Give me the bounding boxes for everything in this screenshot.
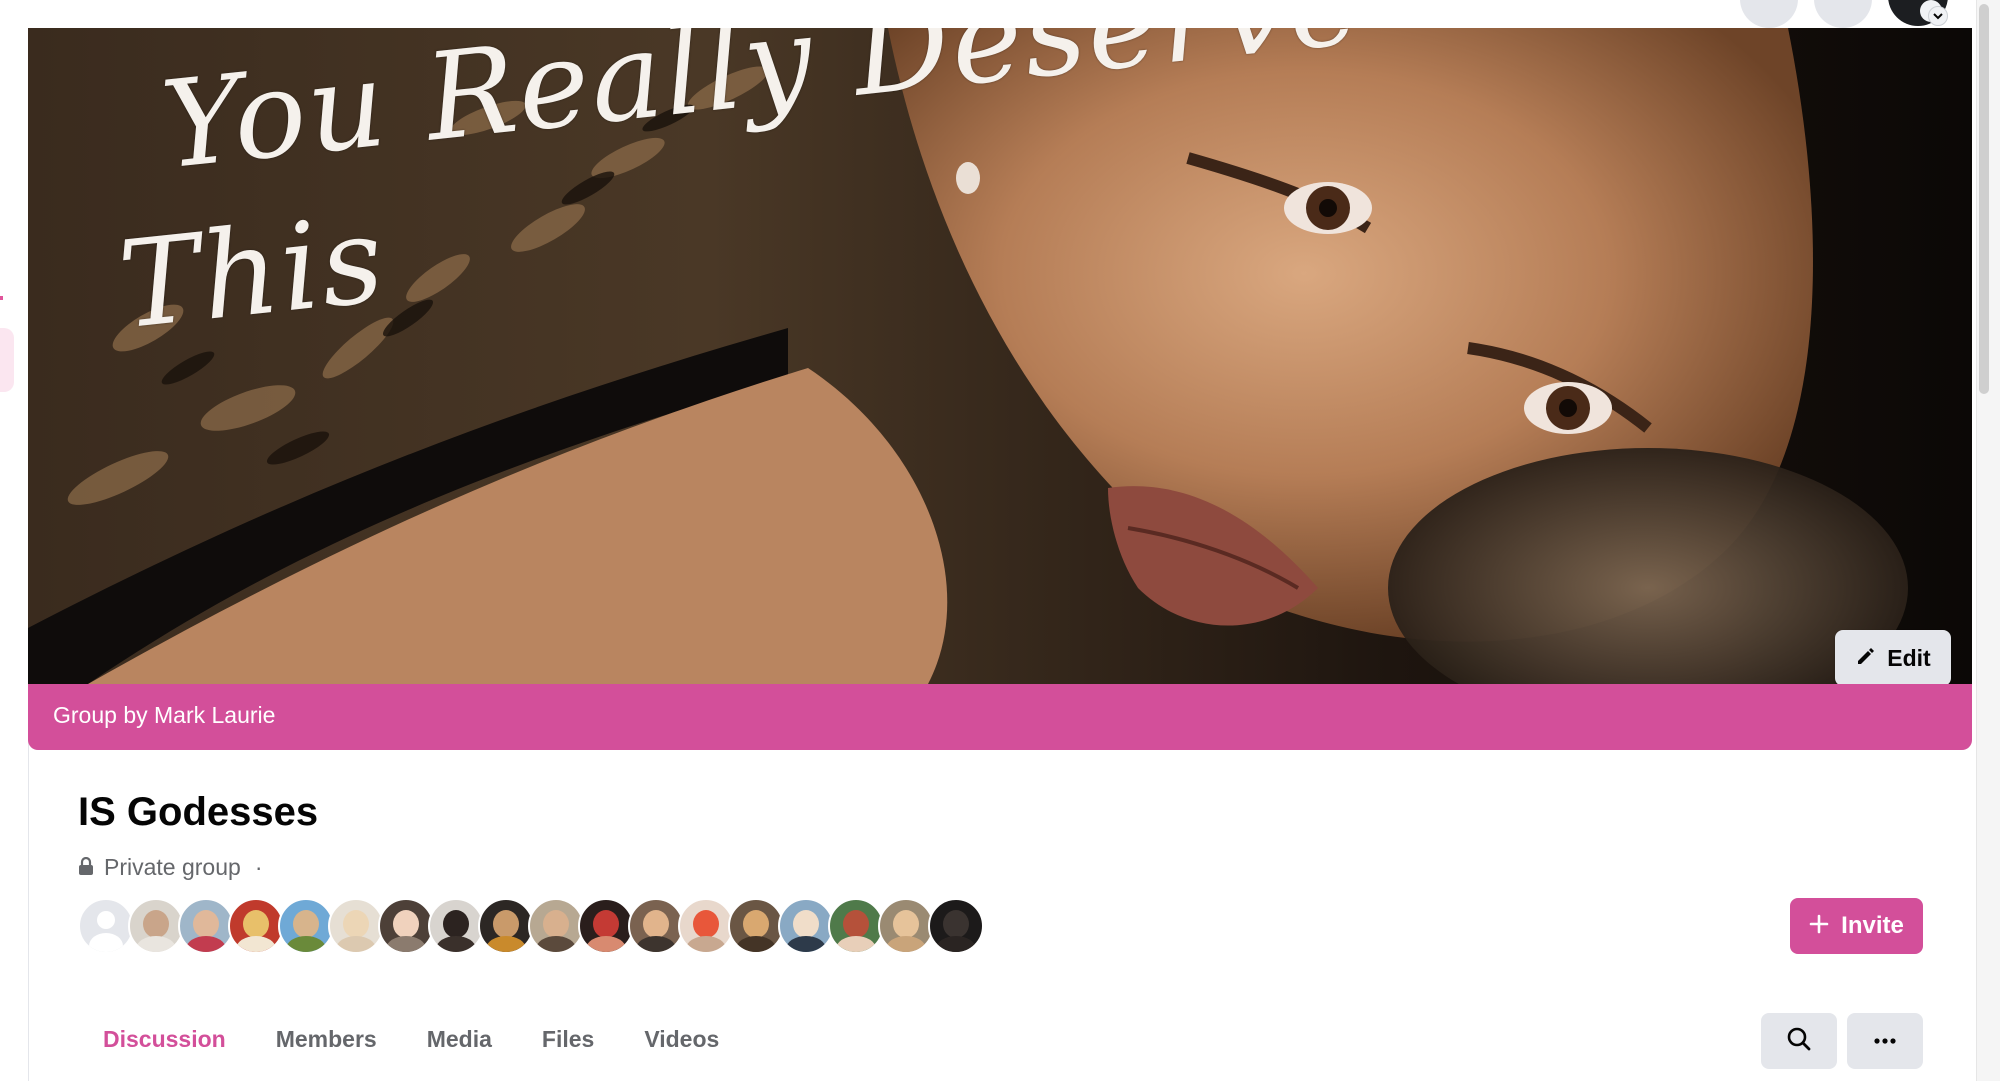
plus-icon (1809, 914, 1829, 939)
sidebar-active-item[interactable] (0, 328, 14, 392)
edit-cover-button[interactable]: Edit (1835, 630, 1951, 684)
member-avatar[interactable] (328, 898, 384, 954)
group-privacy: Private group · (78, 854, 262, 881)
top-navigation-bar (0, 0, 1976, 28)
member-avatar[interactable] (278, 898, 334, 954)
invite-button[interactable]: Invite (1790, 898, 1923, 954)
tab-videos[interactable]: Videos (619, 1012, 744, 1072)
invite-label: Invite (1841, 912, 1904, 939)
member-avatar[interactable] (528, 898, 584, 954)
lock-icon (78, 854, 94, 881)
member-avatar[interactable] (78, 898, 134, 954)
group-owner-banner: Group by Mark Laurie (28, 684, 1972, 750)
member-avatar[interactable] (578, 898, 634, 954)
more-icon (1873, 1032, 1897, 1050)
search-icon (1786, 1026, 1812, 1057)
privacy-label[interactable]: Private group (104, 854, 241, 881)
default-avatar-icon (89, 911, 123, 952)
more-button[interactable] (1847, 1013, 1923, 1069)
member-avatar[interactable] (478, 898, 534, 954)
member-avatar[interactable] (828, 898, 884, 954)
member-avatar[interactable] (878, 898, 934, 954)
member-avatar[interactable] (428, 898, 484, 954)
chevron-down-icon[interactable] (1928, 6, 1948, 26)
member-avatar[interactable] (928, 898, 984, 954)
member-avatar[interactable] (128, 898, 184, 954)
member-avatar[interactable] (678, 898, 734, 954)
tab-discussion[interactable]: Discussion (78, 1012, 251, 1072)
group-title: IS Godesses (78, 790, 319, 834)
pencil-icon (1855, 645, 1877, 672)
cover-script-line2: This (113, 190, 392, 357)
member-avatar[interactable] (728, 898, 784, 954)
left-sidebar-edge (0, 28, 29, 1081)
tab-media[interactable]: Media (402, 1012, 517, 1072)
cover-photo: You Really Deserve This Edit (28, 28, 1972, 684)
menu-circle-button[interactable] (1740, 0, 1798, 28)
tab-files[interactable]: Files (517, 1012, 619, 1072)
messenger-circle-button[interactable] (1814, 0, 1872, 28)
group-tabs: Discussion Members Media Files Videos (78, 1012, 744, 1072)
member-avatar[interactable] (378, 898, 434, 954)
privacy-separator: · (254, 854, 263, 880)
member-avatar[interactable] (628, 898, 684, 954)
tab-members[interactable]: Members (251, 1012, 402, 1072)
search-button[interactable] (1761, 1013, 1837, 1069)
member-avatar[interactable] (228, 898, 284, 954)
sidebar-indicator (0, 296, 3, 300)
scrollbar-thumb[interactable] (1979, 4, 1989, 394)
member-avatar[interactable] (778, 898, 834, 954)
edit-label: Edit (1887, 644, 1931, 671)
group-owner-text[interactable]: Group by Mark Laurie (53, 702, 275, 729)
member-avatar[interactable] (178, 898, 234, 954)
